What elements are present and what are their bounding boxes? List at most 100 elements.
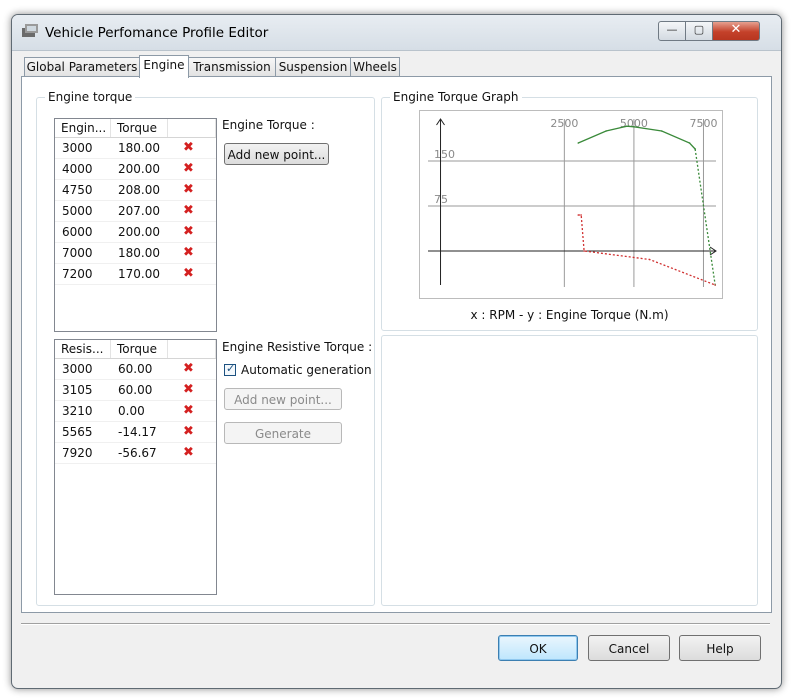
ok-button[interactable]: OK [498, 635, 578, 661]
automatic-generation-checkbox[interactable]: ✓ [224, 362, 236, 376]
resistive-torque-torque-cell: 60.00 [118, 383, 153, 397]
series-line-1 [694, 148, 716, 286]
engine-torque-row[interactable]: 3000 180.00 ✖ [55, 138, 216, 159]
tab-suspension[interactable]: Suspension [275, 57, 351, 76]
engine-torque-label: Engine Torque : [222, 118, 315, 132]
empty-panel [381, 335, 758, 606]
window-title: Vehicle Perfomance Profile Editor [45, 25, 269, 41]
resistive-torque-list-header: Resis... Torque [55, 340, 216, 359]
resistive-torque-row[interactable]: 3210 0.00 ✖ [55, 401, 216, 422]
add-engine-point-button[interactable]: Add new point... [224, 143, 329, 165]
engine-torque-rpm-cell: 4000 [62, 162, 93, 176]
tab-transmission[interactable]: Transmission [188, 57, 276, 76]
delete-icon[interactable]: ✖ [183, 201, 194, 221]
engine-torque-graph-group: Engine Torque Graph 25005000750075150 x … [381, 90, 758, 331]
automatic-generation-label[interactable]: Automatic generation [241, 363, 372, 377]
engine-torque-list-header: Engin... Torque [55, 119, 216, 138]
delete-icon[interactable]: ✖ [183, 159, 194, 179]
engine-torque-rows: 3000 180.00 ✖ 4000 200.00 ✖ 4750 208.00 ✖ 5000 207… [55, 138, 216, 285]
engine-torque-rpm-cell: 5000 [62, 204, 93, 218]
delete-icon[interactable]: ✖ [183, 401, 194, 421]
engine-torque-row[interactable]: 4750 208.00 ✖ [55, 180, 216, 201]
series-0-point [660, 130, 663, 132]
resistive-torque-row[interactable]: 3000 60.00 ✖ [55, 359, 216, 380]
resistive-torque-row[interactable]: 5565 -14.17 ✖ [55, 422, 216, 443]
engine-torque-torque-cell: 208.00 [118, 183, 160, 197]
y-tick-label: 150 [434, 148, 455, 161]
graph-caption: x : RPM - y : Engine Torque (N.m) [470, 308, 669, 322]
close-button[interactable]: ✕ [712, 21, 760, 41]
engine-torque-torque-cell: 170.00 [118, 267, 160, 281]
series-0-point [605, 130, 607, 132]
resistive-torque-row[interactable]: 7920 -56.67 ✖ [55, 443, 216, 464]
engine-torque-torque-cell: 200.00 [118, 225, 160, 239]
title-bar[interactable]: Vehicle Perfomance Profile Editor — ▢ ✕ [12, 15, 781, 51]
resistive-torque-torque-cell: 60.00 [118, 362, 153, 376]
engine-torque-list[interactable]: Engin... Torque 3000 180.00 ✖ 4000 200.00 ✖ 47… [54, 118, 217, 332]
resistive-torque-label: Engine Resistive Torque : [222, 340, 373, 354]
series-line-2 [578, 214, 716, 286]
dialog-window: Vehicle Perfomance Profile Editor — ▢ ✕ … [11, 14, 782, 689]
engine-torque-row[interactable]: 6000 200.00 ✖ [55, 222, 216, 243]
delete-icon[interactable]: ✖ [183, 243, 194, 263]
series-2-point [580, 214, 582, 216]
help-button[interactable]: Help [679, 635, 761, 661]
bottom-separator [21, 623, 770, 625]
resistive-torque-list[interactable]: Resis... Torque 3000 60.00 ✖ 3105 60.00 ✖ 3210… [54, 339, 217, 595]
add-resistive-point-button[interactable]: Add new point... [224, 388, 342, 410]
series-0-point [577, 142, 580, 144]
engine-torque-rpm-cell: 4750 [62, 183, 93, 197]
resistive-torque-rpm-cell: 5565 [62, 425, 93, 439]
resistive-torque-rpm-cell: 3210 [62, 404, 93, 418]
delete-icon[interactable]: ✖ [183, 222, 194, 242]
engine-torque-rpm-cell: 3000 [62, 141, 93, 155]
series-2-point [714, 284, 716, 286]
engine-torque-group-label: Engine torque [45, 90, 136, 104]
delete-icon[interactable]: ✖ [183, 264, 194, 284]
resistive-torque-torque-cell: -56.67 [118, 446, 157, 460]
engine-torque-torque-cell: 180.00 [118, 141, 160, 155]
resistive-torque-row[interactable]: 3105 60.00 ✖ [55, 380, 216, 401]
resistive-torque-rpm-cell: 7920 [62, 446, 93, 460]
series-2-point [648, 258, 651, 261]
generate-button[interactable]: Generate [224, 422, 342, 444]
x-tick-label: 7500 [689, 117, 717, 130]
resistive-torque-torque-cell: 0.00 [118, 404, 145, 418]
engine-torque-row[interactable]: 7200 170.00 ✖ [55, 264, 216, 285]
resistive-torque-rpm-cell: 3105 [62, 383, 93, 397]
delete-icon[interactable]: ✖ [183, 359, 194, 379]
delete-icon[interactable]: ✖ [183, 422, 194, 442]
resistive-torque-torque-cell: -14.17 [118, 425, 157, 439]
column-header-torque[interactable]: Torque [111, 119, 168, 137]
tab-global-parameters[interactable]: Global Parameters [24, 57, 140, 76]
series-2-point [577, 214, 580, 216]
engine-torque-row[interactable]: 4000 200.00 ✖ [55, 159, 216, 180]
engine-torque-row[interactable]: 7000 180.00 ✖ [55, 243, 216, 264]
delete-icon[interactable]: ✖ [183, 443, 194, 463]
column-header-engine[interactable]: Engin... [55, 119, 111, 137]
engine-torque-group: Engine torque Engin... Torque 3000 180.00… [36, 90, 375, 606]
graph-canvas: 25005000750075150 [419, 110, 723, 299]
series-0-point [626, 125, 628, 127]
cancel-button[interactable]: Cancel [588, 635, 670, 661]
engine-torque-rpm-cell: 6000 [62, 225, 93, 239]
delete-icon[interactable]: ✖ [183, 138, 194, 158]
x-tick-label: 2500 [550, 117, 578, 130]
app-icon [22, 24, 38, 37]
series-0-point [633, 126, 635, 128]
maximize-button[interactable]: ▢ [685, 21, 713, 41]
minimize-button[interactable]: — [658, 21, 686, 41]
engine-torque-row[interactable]: 5000 207.00 ✖ [55, 201, 216, 222]
column-header-resistive[interactable]: Resis... [55, 340, 111, 358]
engine-torque-rpm-cell: 7000 [62, 246, 93, 260]
resistive-torque-rows: 3000 60.00 ✖ 3105 60.00 ✖ 3210 0.00 ✖ 5565 -14.17 ✖… [55, 359, 216, 464]
column-header-resistive-delete[interactable] [168, 340, 216, 358]
engine-torque-torque-cell: 180.00 [118, 246, 160, 260]
column-header-delete[interactable] [168, 119, 216, 137]
tab-wheels[interactable]: Wheels [350, 57, 400, 76]
delete-icon[interactable]: ✖ [183, 180, 194, 200]
series-0-point [688, 142, 691, 144]
tab-engine[interactable]: Engine [139, 55, 189, 78]
delete-icon[interactable]: ✖ [183, 380, 194, 400]
column-header-resistive-torque[interactable]: Torque [111, 340, 168, 358]
